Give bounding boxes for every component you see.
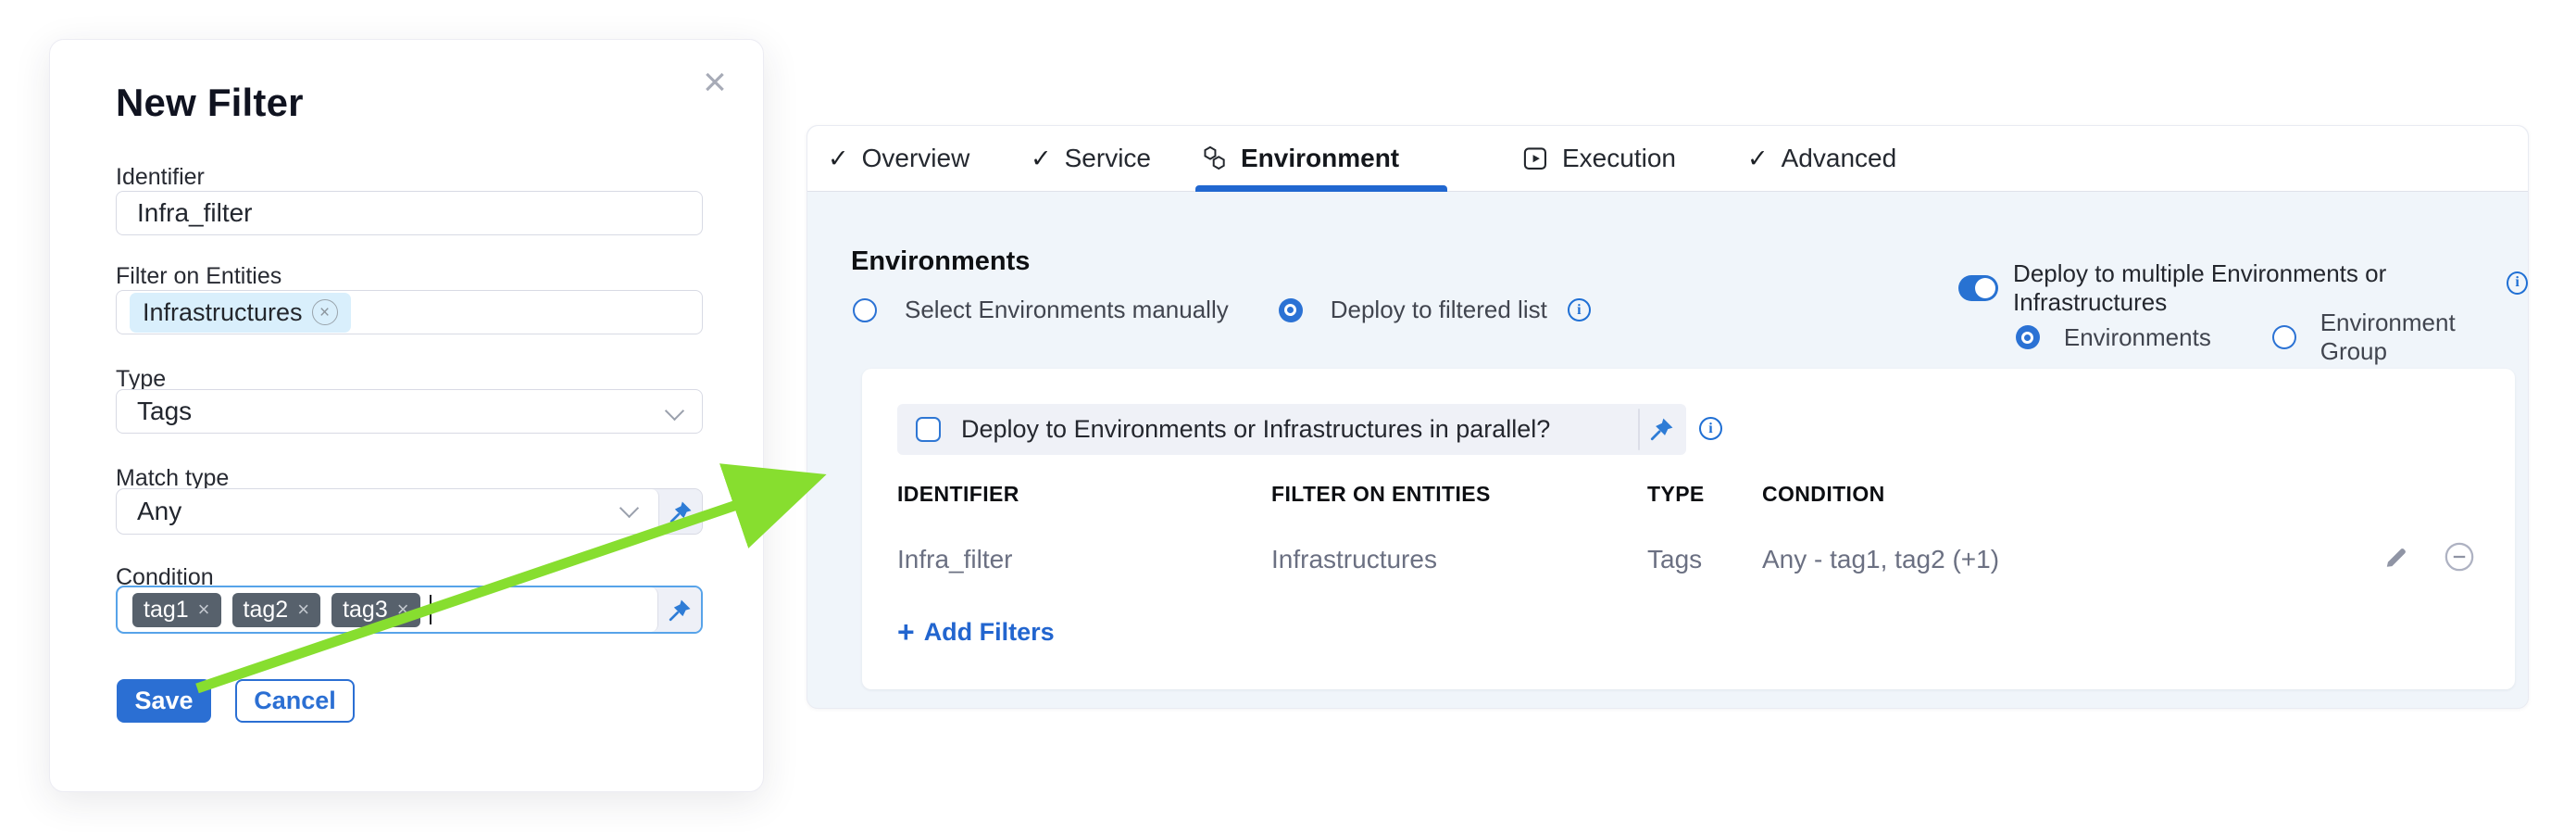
screen: New Filter × Identifier Infra_filter Fil… — [0, 0, 2576, 832]
tag-chip: tag1 × — [132, 593, 221, 627]
add-filters-button[interactable]: + Add Filters — [897, 617, 1055, 647]
stage-tabbar: ✓ Overview ✓ Service Environment Execu — [807, 126, 2528, 192]
check-icon: ✓ — [1747, 145, 1769, 173]
chip-remove-icon[interactable]: × — [312, 299, 338, 325]
info-icon[interactable]: i — [1699, 417, 1722, 440]
radio-select-manually-label: Select Environments manually — [905, 296, 1229, 324]
table-cell-type: Tags — [1647, 545, 1702, 574]
tag-chip-label: tag1 — [144, 597, 189, 624]
tag-remove-icon[interactable]: × — [397, 598, 409, 622]
tag-chip-label: tag3 — [343, 597, 388, 624]
infrastructures-chip: Infrastructures × — [130, 293, 351, 333]
divider — [1638, 409, 1640, 450]
entities-label: Filter on Entities — [116, 263, 281, 290]
minus-circle-icon — [2444, 541, 2475, 573]
type-value: Tags — [117, 397, 192, 426]
pencil-icon — [2381, 541, 2412, 573]
check-icon: ✓ — [1031, 145, 1052, 173]
edit-filter-button[interactable] — [2381, 541, 2412, 573]
modal-title: New Filter — [116, 81, 304, 125]
multi-env-toggle[interactable] — [1958, 275, 1998, 301]
radio-environment-group-label: Environment Group — [2320, 309, 2528, 366]
tag-chip-label: tag2 — [244, 597, 289, 624]
new-filter-modal: New Filter × Identifier Infra_filter Fil… — [49, 39, 764, 792]
cancel-button[interactable]: Cancel — [235, 679, 355, 723]
tab-service[interactable]: ✓ Service — [1031, 126, 1151, 191]
tab-label: Environment — [1241, 144, 1399, 173]
tab-execution[interactable]: Execution — [1522, 126, 1676, 191]
environment-hexagons-icon — [1200, 145, 1228, 172]
table-header-type: TYPE — [1647, 482, 1705, 507]
table-header-filter-on-entities: FILTER ON ENTITIES — [1271, 482, 1491, 507]
pipeline-stage-panel: ✓ Overview ✓ Service Environment Execu — [807, 125, 2529, 709]
pin-icon — [668, 598, 693, 623]
table-header-condition: CONDITION — [1762, 482, 1885, 507]
condition-input[interactable]: tag1 × tag2 × tag3 × — [116, 586, 703, 634]
save-button[interactable]: Save — [117, 679, 211, 723]
add-filters-label: Add Filters — [924, 618, 1055, 647]
check-icon: ✓ — [828, 145, 849, 173]
pin-button[interactable] — [658, 587, 701, 632]
tab-overview[interactable]: ✓ Overview — [828, 126, 969, 191]
tab-label: Service — [1065, 144, 1151, 173]
type-select[interactable]: Tags — [116, 389, 703, 434]
info-icon[interactable]: i — [1568, 298, 1591, 321]
tag-remove-icon[interactable]: × — [297, 598, 309, 622]
tab-label: Overview — [862, 144, 970, 173]
table-cell-condition: Any - tag1, tag2 (+1) — [1762, 545, 1999, 574]
tab-environment[interactable]: Environment — [1200, 126, 1399, 191]
tag-chip: tag2 × — [232, 593, 321, 627]
match-type-value: Any — [137, 497, 181, 526]
tag-remove-icon[interactable]: × — [198, 598, 210, 622]
tab-advanced[interactable]: ✓ Advanced — [1747, 126, 1896, 191]
entities-input[interactable]: Infrastructures × — [116, 290, 703, 334]
infrastructures-chip-label: Infrastructures — [143, 298, 303, 327]
chevron-down-icon — [665, 401, 684, 421]
tab-label: Advanced — [1782, 144, 1897, 173]
parallel-deploy-row: Deploy to Environments or Infrastructure… — [897, 404, 1686, 455]
toggle-knob — [1975, 278, 1995, 298]
table-cell-identifier: Infra_filter — [897, 545, 1013, 574]
parallel-checkbox[interactable] — [916, 417, 941, 442]
pin-icon — [669, 499, 694, 524]
text-cursor — [430, 595, 432, 624]
table-header-identifier: IDENTIFIER — [897, 482, 1019, 507]
environments-heading: Environments — [851, 246, 1030, 277]
cancel-button-label: Cancel — [254, 687, 336, 715]
pin-icon — [1649, 416, 1675, 442]
radio-select-manually[interactable] — [853, 298, 877, 322]
save-button-label: Save — [134, 687, 193, 715]
active-tab-underline — [1195, 185, 1447, 192]
plus-icon: + — [897, 617, 915, 647]
condition-tags-box[interactable]: tag1 × tag2 × tag3 × — [118, 587, 658, 632]
info-icon[interactable]: i — [2507, 271, 2528, 295]
remove-filter-button[interactable] — [2444, 541, 2475, 573]
radio-environment-group[interactable] — [2272, 325, 2296, 349]
identifier-value: Infra_filter — [117, 198, 253, 228]
radio-deploy-filtered[interactable] — [1279, 298, 1303, 322]
play-square-icon — [1522, 145, 1549, 172]
match-type-select[interactable]: Any — [116, 488, 703, 535]
pin-button[interactable] — [659, 489, 702, 534]
pin-button[interactable] — [1649, 416, 1675, 442]
parallel-checkbox-label: Deploy to Environments or Infrastructure… — [961, 415, 1550, 444]
close-icon[interactable]: × — [694, 62, 735, 103]
chevron-down-icon — [619, 498, 639, 518]
radio-environments-label: Environments — [2064, 323, 2211, 352]
table-cell-filter-on-entities: Infrastructures — [1271, 545, 1437, 574]
tag-chip: tag3 × — [331, 593, 420, 627]
filters-card: Deploy to Environments or Infrastructure… — [862, 369, 2515, 689]
tab-label: Execution — [1562, 144, 1676, 173]
radio-environments[interactable] — [2016, 325, 2040, 349]
identifier-label: Identifier — [116, 164, 205, 191]
identifier-input[interactable]: Infra_filter — [116, 191, 703, 235]
radio-deploy-filtered-label: Deploy to filtered list — [1331, 296, 1547, 324]
match-type-value-box[interactable]: Any — [117, 489, 659, 534]
